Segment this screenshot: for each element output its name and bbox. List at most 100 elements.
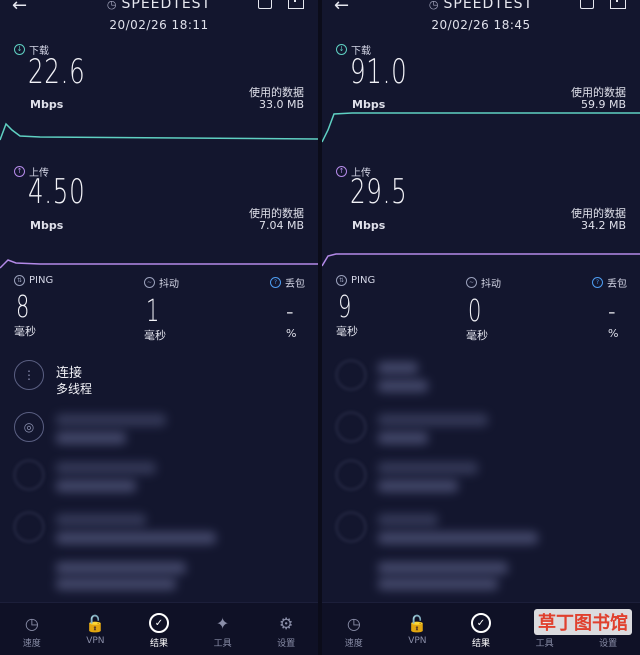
download-arrow-icon: ↓ [14, 44, 25, 55]
blurred-text [56, 562, 186, 574]
jitter-value: 0 [468, 294, 482, 329]
blurred-text [56, 462, 156, 474]
loss-value: - [608, 294, 616, 329]
watermark-text: 草丁图书馆 [538, 613, 628, 634]
nav-settings[interactable]: ⚙ 设置 [254, 603, 318, 655]
test-datetime: 20/02/26 18:45 [431, 18, 531, 32]
share-icon[interactable] [288, 0, 304, 9]
jitter-stat: ~ 抖动 1 毫秒 [144, 275, 179, 343]
blurred-text [378, 462, 478, 474]
upload-usage-value: 7.04 MB [258, 219, 304, 232]
jitter-value: 1 [146, 294, 160, 329]
speedometer-icon: ◷ [428, 0, 440, 11]
ping-stat: ⇅ PING 9 毫秒 [336, 275, 375, 339]
download-value: 91.0 [350, 52, 408, 92]
test-datetime: 20/02/26 18:11 [109, 18, 209, 32]
blurred-text [56, 480, 136, 492]
watermark-logo: 草丁图书馆 [534, 609, 632, 635]
blurred-text [56, 578, 176, 590]
blurred-text [56, 414, 166, 426]
upload-graph [0, 259, 318, 269]
blurred-icon [336, 512, 366, 542]
nav-results-label: 结果 [149, 639, 168, 649]
blurred-text [378, 578, 498, 590]
help-icon[interactable]: ? [270, 277, 281, 288]
download-graph [0, 122, 318, 141]
nav-speed-label: 速度 [22, 639, 41, 649]
nav-vpn[interactable]: 🔓 VPN [64, 603, 128, 655]
speedometer-icon: ◷ [24, 613, 39, 633]
loss-label: 丢包 [607, 279, 627, 290]
upload-graph [322, 253, 640, 267]
blurred-text [378, 480, 458, 492]
blurred-text [378, 362, 418, 374]
loss-label: 丢包 [285, 279, 305, 290]
nav-speed[interactable]: ◷ 速度 [0, 603, 64, 655]
jitter-icon: ~ [144, 277, 155, 288]
comparison-screenshot: ← ◷ SPEEDTEST 20/02/26 18:11 ↓ 下载 22.6 Mb… [0, 0, 640, 655]
top-bar: ← ◷ SPEEDTEST [0, 0, 318, 16]
blurred-text [56, 514, 146, 526]
jitter-unit: 毫秒 [466, 329, 488, 342]
packet-loss-stat: ? 丢包 - % [592, 275, 627, 340]
loss-value: - [286, 294, 294, 329]
jitter-unit: 毫秒 [144, 329, 166, 342]
nav-results[interactable]: ✓ 结果 [449, 603, 513, 655]
jitter-stat: ~ 抖动 0 毫秒 [466, 275, 501, 343]
nav-settings-label: 设置 [599, 639, 618, 649]
ping-icon: ⇅ [336, 275, 347, 286]
bottom-nav: ◷ 速度 🔓 VPN ✓ 结果 ✦ 工具 ⚙ 设置 [0, 602, 318, 655]
blurred-icon [336, 460, 366, 490]
download-graph [322, 112, 640, 143]
trash-icon[interactable] [258, 0, 272, 9]
blurred-icon [14, 460, 44, 490]
nav-tools[interactable]: ✦ 工具 [191, 603, 255, 655]
help-icon[interactable]: ? [592, 277, 603, 288]
ping-value: 9 [338, 290, 352, 325]
upload-value: 4.50 [28, 172, 86, 212]
blurred-text [378, 532, 538, 544]
blurred-text [56, 432, 126, 444]
app-title-text: SPEEDTEST [121, 0, 212, 12]
blurred-text [378, 562, 508, 574]
gear-icon: ⚙ [279, 613, 294, 633]
ping-stat: ⇅ PING 8 毫秒 [14, 275, 53, 339]
ping-label: PING [351, 275, 376, 286]
nav-tools-label: 工具 [213, 639, 232, 649]
blurred-icon [336, 412, 366, 442]
ping-unit: 毫秒 [14, 325, 36, 338]
ping-unit: 毫秒 [336, 325, 358, 338]
nav-speed[interactable]: ◷ 速度 [322, 603, 386, 655]
blurred-icon [336, 360, 366, 390]
blurred-text [378, 380, 428, 392]
connections-icon: ⋮ [14, 360, 44, 390]
check-circle-icon: ✓ [470, 613, 491, 633]
lock-icon: 🔓 [407, 613, 428, 633]
trash-icon[interactable] [580, 0, 594, 9]
ping-icon: ⇅ [14, 275, 25, 286]
nav-speed-label: 速度 [344, 639, 363, 649]
upload-value: 29.5 [350, 172, 408, 212]
nav-settings-label: 设置 [277, 639, 296, 649]
nav-vpn-label: VPN [408, 636, 427, 646]
download-arrow-icon: ↓ [336, 44, 347, 55]
top-bar: ← ◷ SPEEDTEST [322, 0, 640, 16]
speedometer-icon: ◷ [106, 0, 118, 11]
nav-tools-label: 工具 [535, 639, 554, 649]
app-title-text: SPEEDTEST [443, 0, 534, 12]
jitter-icon: ~ [466, 277, 477, 288]
upload-arrow-icon: ↑ [14, 166, 25, 177]
connection-mode: 多线程 [56, 382, 93, 396]
nav-vpn-label: VPN [86, 636, 105, 646]
ping-value: 8 [16, 290, 30, 325]
blurred-text [56, 532, 216, 544]
upload-usage-value: 34.2 MB [580, 219, 626, 232]
blurred-text [378, 414, 488, 426]
blurred-icon [14, 512, 44, 542]
share-icon[interactable] [610, 0, 626, 9]
nav-vpn[interactable]: 🔓 VPN [386, 603, 450, 655]
lock-icon: 🔓 [85, 613, 106, 633]
nav-results[interactable]: ✓ 结果 [127, 603, 191, 655]
globe-icon: ◎ [14, 412, 44, 442]
packet-loss-stat: ? 丢包 - % [270, 275, 305, 340]
